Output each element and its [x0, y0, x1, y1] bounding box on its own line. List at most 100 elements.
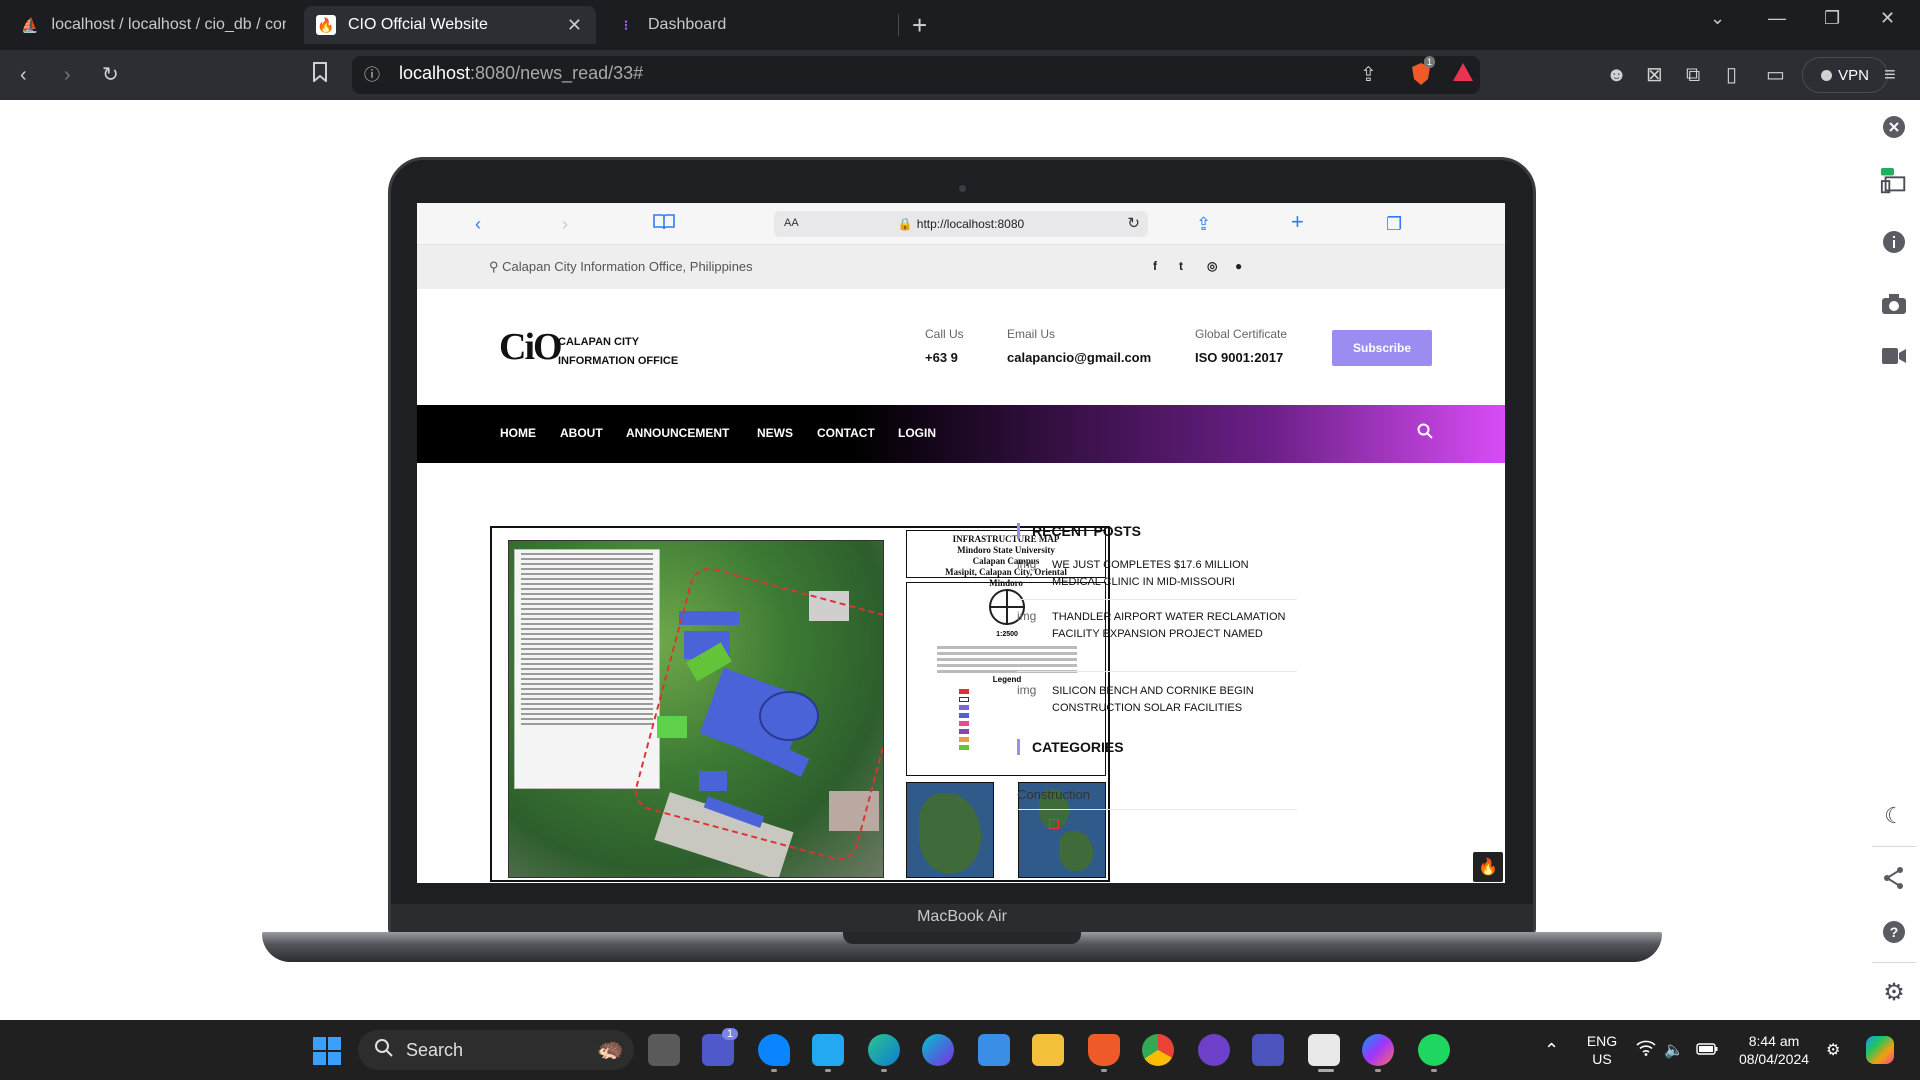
edge-icon[interactable]: [868, 1034, 900, 1066]
language-indicator[interactable]: ENG US: [1582, 1032, 1622, 1068]
close-window-button[interactable]: ✕: [1880, 8, 1895, 29]
minimize-button[interactable]: —: [1768, 8, 1786, 29]
safari-tabs-icon[interactable]: ❐: [1386, 213, 1402, 235]
nav-contact[interactable]: CONTACT: [817, 426, 875, 440]
snipping-tool-icon[interactable]: [1308, 1034, 1340, 1066]
chrome-icon[interactable]: [1142, 1034, 1174, 1066]
nav-about[interactable]: ABOUT: [560, 426, 603, 440]
volume-icon[interactable]: 🔈: [1664, 1040, 1684, 1060]
running-indicator: [771, 1069, 777, 1072]
tab-phpmyadmin[interactable]: ⛵ localhost / localhost / cio_db / comm: [8, 6, 298, 44]
nav-news[interactable]: NEWS: [757, 426, 793, 440]
post-thumbnail[interactable]: img: [1017, 609, 1036, 623]
start-windows-icon[interactable]: [312, 1036, 342, 1071]
teams-classic-icon[interactable]: [1252, 1034, 1284, 1066]
safari-new-tab-icon[interactable]: +: [1291, 211, 1304, 233]
dark-mode-moon-icon[interactable]: ☾: [1880, 802, 1908, 830]
flame-icon[interactable]: 🔥: [1473, 852, 1503, 882]
taskbar-search[interactable]: Search 🦔: [358, 1030, 634, 1070]
github-desktop-icon[interactable]: [1198, 1034, 1230, 1066]
safari-bookmarks-icon[interactable]: [653, 213, 675, 235]
record-video-icon[interactable]: [1880, 342, 1908, 370]
restore-button[interactable]: ❐: [1824, 8, 1840, 29]
edge-dev-icon[interactable]: [758, 1034, 790, 1066]
tab-search-chevron-icon[interactable]: ⌄: [1710, 8, 1725, 29]
reload-icon[interactable]: ↻: [102, 62, 119, 88]
site-logo[interactable]: CiO: [499, 325, 563, 369]
post-thumbnail[interactable]: img: [1017, 557, 1036, 571]
file-explorer-icon[interactable]: [1032, 1034, 1064, 1066]
close-tab-icon[interactable]: ✕: [567, 15, 582, 36]
twitter-icon[interactable]: t: [1179, 259, 1183, 273]
menu-icon[interactable]: ≡: [1884, 62, 1896, 88]
brave-icon[interactable]: [1088, 1034, 1120, 1066]
site-info-icon[interactable]: ⓘ: [364, 63, 380, 89]
github-icon[interactable]: ●: [1235, 259, 1242, 273]
safari-forward-icon[interactable]: ›: [562, 213, 568, 235]
subscribe-button[interactable]: Subscribe: [1332, 330, 1432, 366]
notifications-icon[interactable]: ⚙: [1826, 1040, 1840, 1060]
bookmark-icon[interactable]: [312, 62, 328, 89]
post-thumbnail[interactable]: img: [1017, 683, 1036, 697]
clock[interactable]: 8:44 am 08/04/2024: [1728, 1032, 1820, 1068]
post-title[interactable]: THANDLER AIRPORT WATER RECLAMATION FACIL…: [1052, 609, 1292, 643]
safari-back-icon[interactable]: ‹: [475, 213, 481, 235]
back-icon[interactable]: ‹: [20, 62, 27, 88]
certificate-label: Global Certificate: [1195, 327, 1288, 341]
post-title[interactable]: SILICON BENCH AND CORNIKE BEGIN CONSTRUC…: [1052, 683, 1292, 717]
instagram-icon[interactable]: ◎: [1207, 259, 1217, 273]
tab-title: Dashboard: [648, 16, 727, 33]
tab-dashboard[interactable]: ⁝ Dashboard: [604, 6, 894, 44]
notepad-icon[interactable]: [978, 1034, 1010, 1066]
nav-announcement[interactable]: ANNOUNCEMENT: [626, 426, 729, 440]
logo-line-1: CALAPAN CITY: [558, 336, 640, 348]
brave-shields-icon[interactable]: 1: [1410, 56, 1436, 93]
post-title[interactable]: WE JUST COMPLETES $17.6 MILLION MEDICAL …: [1052, 557, 1292, 591]
safari-address-bar[interactable]: AA 🔒 http://localhost:8080 ↻: [774, 211, 1148, 237]
extensions-puzzle-icon[interactable]: ⧉: [1686, 62, 1700, 88]
recent-post-item[interactable]: img SILICON BENCH AND CORNIKE BEGIN CONS…: [1017, 683, 1297, 723]
forward-icon[interactable]: ›: [64, 62, 71, 88]
tab-cio-website[interactable]: 🔥 CIO Offcial Website ✕: [304, 6, 596, 44]
nav-login[interactable]: LOGIN: [898, 426, 936, 440]
search-icon[interactable]: [1417, 423, 1433, 444]
screenshot-icon[interactable]: [1880, 290, 1908, 318]
recent-post-item[interactable]: img WE JUST COMPLETES $17.6 MILLION MEDI…: [1017, 557, 1297, 597]
email-us-value[interactable]: calapancio@gmail.com: [1007, 350, 1151, 365]
tray-overflow-chevron-icon[interactable]: ⌃: [1544, 1040, 1559, 1061]
teams-icon[interactable]: 1: [702, 1028, 739, 1066]
extension-doc-icon[interactable]: ⊠: [1646, 62, 1663, 88]
copilot-icon[interactable]: [1866, 1036, 1894, 1064]
share-icon[interactable]: ⇪: [1360, 62, 1377, 88]
clock-date: 08/04/2024: [1738, 1051, 1810, 1067]
vscode-icon[interactable]: [812, 1034, 844, 1066]
safari-share-icon[interactable]: ⇪: [1196, 213, 1211, 235]
share-icon[interactable]: [1880, 864, 1908, 892]
safari-reader-label[interactable]: AA: [784, 217, 799, 229]
task-view-icon[interactable]: [648, 1034, 680, 1066]
settings-gear-icon[interactable]: ⚙: [1880, 978, 1908, 1006]
nav-home[interactable]: HOME: [500, 426, 536, 440]
brave-rewards-icon[interactable]: [1452, 62, 1474, 89]
info-icon[interactable]: [1880, 228, 1908, 256]
device-preview-icon[interactable]: [1880, 168, 1908, 196]
facebook-icon[interactable]: f: [1153, 259, 1157, 273]
canva-icon[interactable]: [922, 1034, 954, 1066]
brave-badge: 1: [1424, 56, 1436, 68]
battery-icon[interactable]: [1696, 1042, 1718, 1060]
recent-post-item[interactable]: img THANDLER AIRPORT WATER RECLAMATION F…: [1017, 609, 1297, 665]
site-logo-text[interactable]: CALAPAN CITY INFORMATION OFFICE: [558, 333, 678, 371]
category-construction[interactable]: Construction: [1017, 787, 1090, 802]
safari-reload-icon[interactable]: ↻: [1127, 214, 1140, 232]
spotify-icon[interactable]: [1418, 1034, 1450, 1066]
vpn-button[interactable]: VPN: [1802, 57, 1888, 93]
close-panel-icon[interactable]: [1880, 113, 1908, 141]
sidebar-toggle-icon[interactable]: ▯: [1726, 62, 1737, 88]
wallet-icon[interactable]: ▭: [1766, 62, 1785, 88]
extension-avatar-icon[interactable]: ☻: [1606, 62, 1627, 88]
messenger-icon[interactable]: [1362, 1034, 1394, 1066]
wifi-icon[interactable]: [1636, 1040, 1656, 1061]
new-tab-button[interactable]: +: [912, 10, 927, 41]
phpmyadmin-icon: ⛵: [21, 16, 39, 33]
address-bar-text[interactable]: localhost:8080/news_read/33#: [399, 63, 643, 84]
